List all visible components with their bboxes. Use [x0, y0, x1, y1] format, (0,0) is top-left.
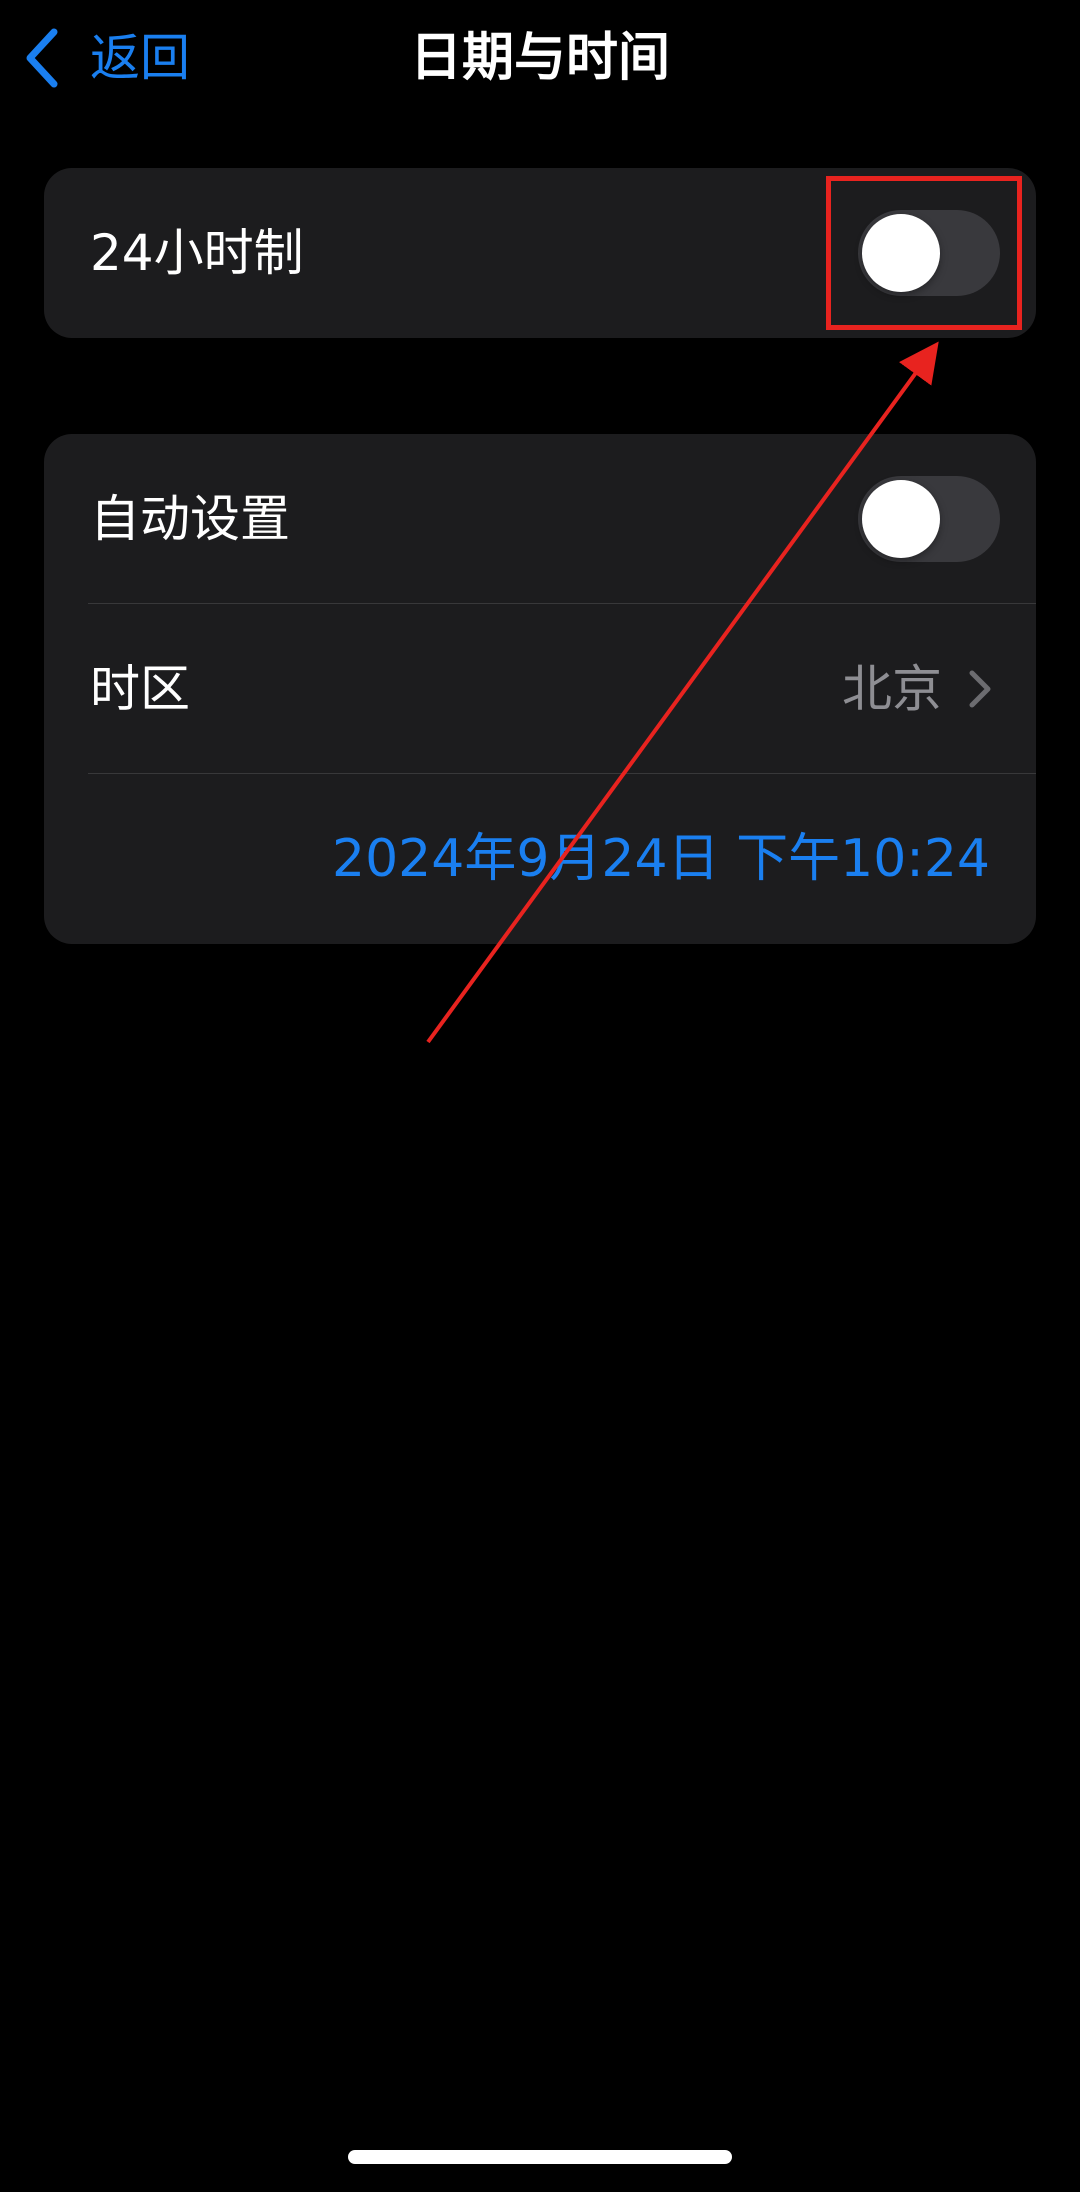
annotation-highlight-box [826, 176, 1022, 330]
row-auto-set-label: 自动设置 [90, 490, 290, 548]
toggle-auto-set[interactable] [858, 476, 1000, 562]
row-timezone[interactable]: 时区 北京 [44, 604, 1036, 774]
row-timezone-value: 北京 [842, 660, 942, 718]
row-timezone-value-group: 北京 [842, 604, 992, 774]
settings-group-date-time: 自动设置 时区 北京 2024年9月24日 下午10:24 [44, 434, 1036, 944]
row-auto-set: 自动设置 [44, 434, 1036, 604]
home-indicator[interactable] [348, 2150, 732, 2164]
chevron-right-icon [969, 670, 991, 708]
datetime-value[interactable]: 2024年9月24日 下午10:24 [332, 774, 990, 944]
row-timezone-label: 时区 [90, 660, 190, 718]
page-title: 日期与时间 [409, 28, 670, 88]
row-datetime: 2024年9月24日 下午10:24 [44, 774, 1036, 944]
row-24-hour-label: 24小时制 [90, 224, 304, 282]
navigation-bar: 返回 日期与时间 [0, 0, 1080, 116]
toggle-auto-set-knob [862, 480, 940, 558]
